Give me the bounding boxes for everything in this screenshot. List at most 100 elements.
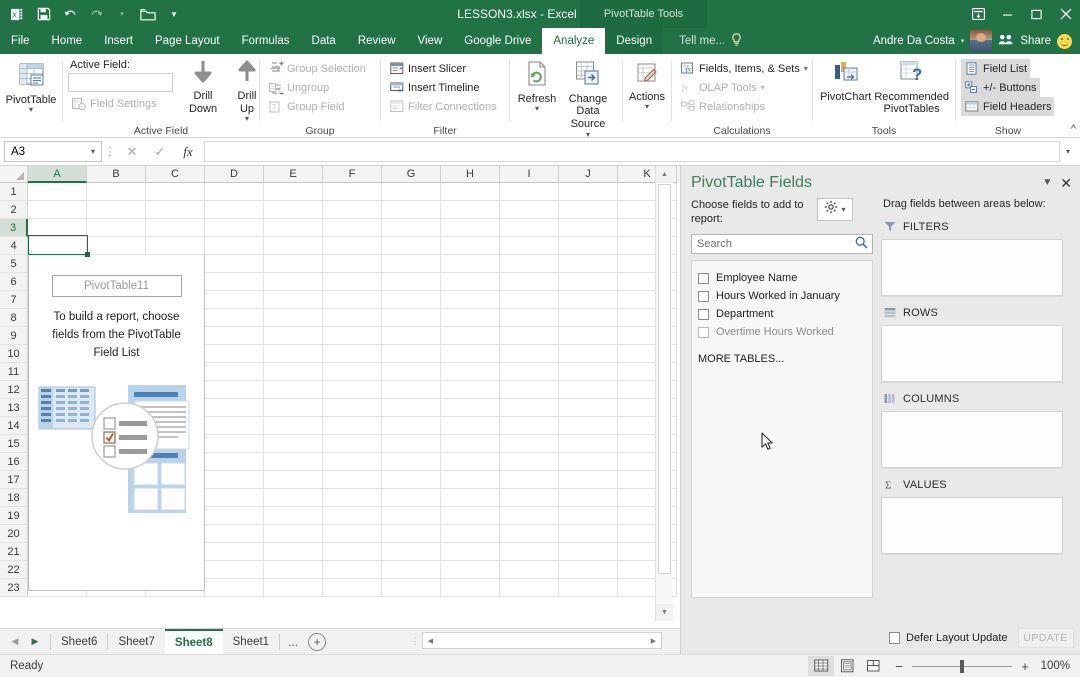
scroll-down-icon[interactable]: ▼ bbox=[656, 604, 673, 621]
cell-D21[interactable] bbox=[205, 543, 264, 561]
cell-J8[interactable] bbox=[559, 309, 618, 327]
cell-I11[interactable] bbox=[500, 363, 559, 381]
column-header-e[interactable]: E bbox=[264, 166, 323, 183]
field-checkbox[interactable] bbox=[698, 272, 709, 284]
pivottable-placeholder[interactable]: PivotTable11 To build a report, choose f… bbox=[28, 255, 205, 591]
tab-view[interactable]: View bbox=[407, 28, 454, 54]
cell-G8[interactable] bbox=[382, 309, 441, 327]
row-header-10[interactable]: 10 bbox=[0, 345, 28, 363]
close-icon[interactable] bbox=[1051, 0, 1080, 28]
collapse-ribbon-icon[interactable]: ^ bbox=[1071, 123, 1076, 135]
cell-G18[interactable] bbox=[382, 489, 441, 507]
cell-G22[interactable] bbox=[382, 561, 441, 579]
cell-I1[interactable] bbox=[500, 183, 559, 201]
cell-G13[interactable] bbox=[382, 399, 441, 417]
row-header-21[interactable]: 21 bbox=[0, 543, 28, 561]
normal-view-icon[interactable] bbox=[808, 656, 834, 676]
cell-H14[interactable] bbox=[441, 417, 500, 435]
cell-J4[interactable] bbox=[559, 237, 618, 255]
formula-input[interactable] bbox=[204, 141, 1060, 162]
tab-home[interactable]: Home bbox=[41, 28, 94, 54]
actions-button[interactable]: Actions ▾ bbox=[625, 60, 669, 111]
cell-H2[interactable] bbox=[441, 201, 500, 219]
cell-E17[interactable] bbox=[264, 471, 323, 489]
cell-E15[interactable] bbox=[264, 435, 323, 453]
sheet-tab-sheet7[interactable]: Sheet7 bbox=[108, 629, 164, 654]
customize-qat-icon[interactable]: ▾ bbox=[162, 3, 186, 25]
cell-E1[interactable] bbox=[264, 183, 323, 201]
row-header-17[interactable]: 17 bbox=[0, 471, 28, 489]
cell-J17[interactable] bbox=[559, 471, 618, 489]
cell-J21[interactable] bbox=[559, 543, 618, 561]
cell-H15[interactable] bbox=[441, 435, 500, 453]
column-header-h[interactable]: H bbox=[441, 166, 500, 183]
field-headers-button[interactable]: Field Headers bbox=[961, 97, 1055, 116]
cell-E12[interactable] bbox=[264, 381, 323, 399]
tab-file[interactable]: File bbox=[0, 28, 41, 54]
cell-E7[interactable] bbox=[264, 291, 323, 309]
cell-I13[interactable] bbox=[500, 399, 559, 417]
cell-E22[interactable] bbox=[264, 561, 323, 579]
save-icon[interactable] bbox=[32, 3, 56, 25]
cell-D13[interactable] bbox=[205, 399, 264, 417]
field-item-department[interactable]: Department bbox=[692, 305, 872, 323]
ribbon-display-options-icon[interactable] bbox=[964, 0, 993, 28]
cell-G11[interactable] bbox=[382, 363, 441, 381]
cell-I19[interactable] bbox=[500, 507, 559, 525]
cell-C2[interactable] bbox=[146, 201, 205, 219]
cell-I21[interactable] bbox=[500, 543, 559, 561]
search-input[interactable] bbox=[697, 238, 855, 251]
cell-E16[interactable] bbox=[264, 453, 323, 471]
cell-G5[interactable] bbox=[382, 255, 441, 273]
cell-J19[interactable] bbox=[559, 507, 618, 525]
cell-H19[interactable] bbox=[441, 507, 500, 525]
row-header-4[interactable]: 4 bbox=[0, 237, 28, 255]
cell-J14[interactable] bbox=[559, 417, 618, 435]
cell-E20[interactable] bbox=[264, 525, 323, 543]
cell-G1[interactable] bbox=[382, 183, 441, 201]
defer-layout-update-row[interactable]: Defer Layout Update bbox=[889, 632, 1008, 644]
change-data-source-button[interactable]: Change Data Source ▾ bbox=[559, 58, 617, 139]
cell-F18[interactable] bbox=[323, 489, 382, 507]
cell-I18[interactable] bbox=[500, 489, 559, 507]
plus-minus-buttons-button[interactable]: +/- Buttons bbox=[961, 78, 1040, 97]
cell-G2[interactable] bbox=[382, 201, 441, 219]
pane-close-icon[interactable]: ✕ bbox=[1060, 176, 1072, 190]
cell-J20[interactable] bbox=[559, 525, 618, 543]
cell-D9[interactable] bbox=[205, 327, 264, 345]
update-button[interactable]: UPDATE bbox=[1017, 628, 1074, 648]
cell-G3[interactable] bbox=[382, 219, 441, 237]
cell-G23[interactable] bbox=[382, 579, 441, 597]
cell-G15[interactable] bbox=[382, 435, 441, 453]
cell-E23[interactable] bbox=[264, 579, 323, 597]
cell-I5[interactable] bbox=[500, 255, 559, 273]
sheet-tab-sheet1[interactable]: Sheet1 bbox=[223, 629, 279, 654]
cell-J5[interactable] bbox=[559, 255, 618, 273]
field-item-overtime-hours-worked[interactable]: Overtime Hours Worked bbox=[692, 323, 872, 341]
field-list-button[interactable]: Field List bbox=[961, 59, 1031, 78]
sheet-tab-sheet6[interactable]: Sheet6 bbox=[51, 629, 107, 654]
change-data-source-caret-icon[interactable]: ▾ bbox=[586, 130, 590, 139]
column-header-i[interactable]: I bbox=[500, 166, 559, 183]
cell-C1[interactable] bbox=[146, 183, 205, 201]
cell-J10[interactable] bbox=[559, 345, 618, 363]
cell-G19[interactable] bbox=[382, 507, 441, 525]
cell-E18[interactable] bbox=[264, 489, 323, 507]
expand-formula-bar-icon[interactable]: ▾ bbox=[1060, 141, 1076, 162]
cell-F13[interactable] bbox=[323, 399, 382, 417]
cell-J23[interactable] bbox=[559, 579, 618, 597]
pivottable-caret-icon[interactable]: ▾ bbox=[29, 105, 33, 114]
scroll-right-icon[interactable]: ▶ bbox=[646, 633, 661, 648]
cell-H1[interactable] bbox=[441, 183, 500, 201]
cell-F8[interactable] bbox=[323, 309, 382, 327]
cell-I9[interactable] bbox=[500, 327, 559, 345]
zoom-control[interactable]: − + bbox=[892, 659, 1032, 674]
cell-H8[interactable] bbox=[441, 309, 500, 327]
filter-connections-button[interactable]: Filter Connections bbox=[386, 97, 500, 116]
sheet-overflow-icon[interactable]: ... bbox=[280, 635, 306, 649]
column-header-d[interactable]: D bbox=[205, 166, 264, 183]
row-header-20[interactable]: 20 bbox=[0, 525, 28, 543]
row-header-23[interactable]: 23 bbox=[0, 579, 28, 597]
row-header-12[interactable]: 12 bbox=[0, 381, 28, 399]
cell-J9[interactable] bbox=[559, 327, 618, 345]
